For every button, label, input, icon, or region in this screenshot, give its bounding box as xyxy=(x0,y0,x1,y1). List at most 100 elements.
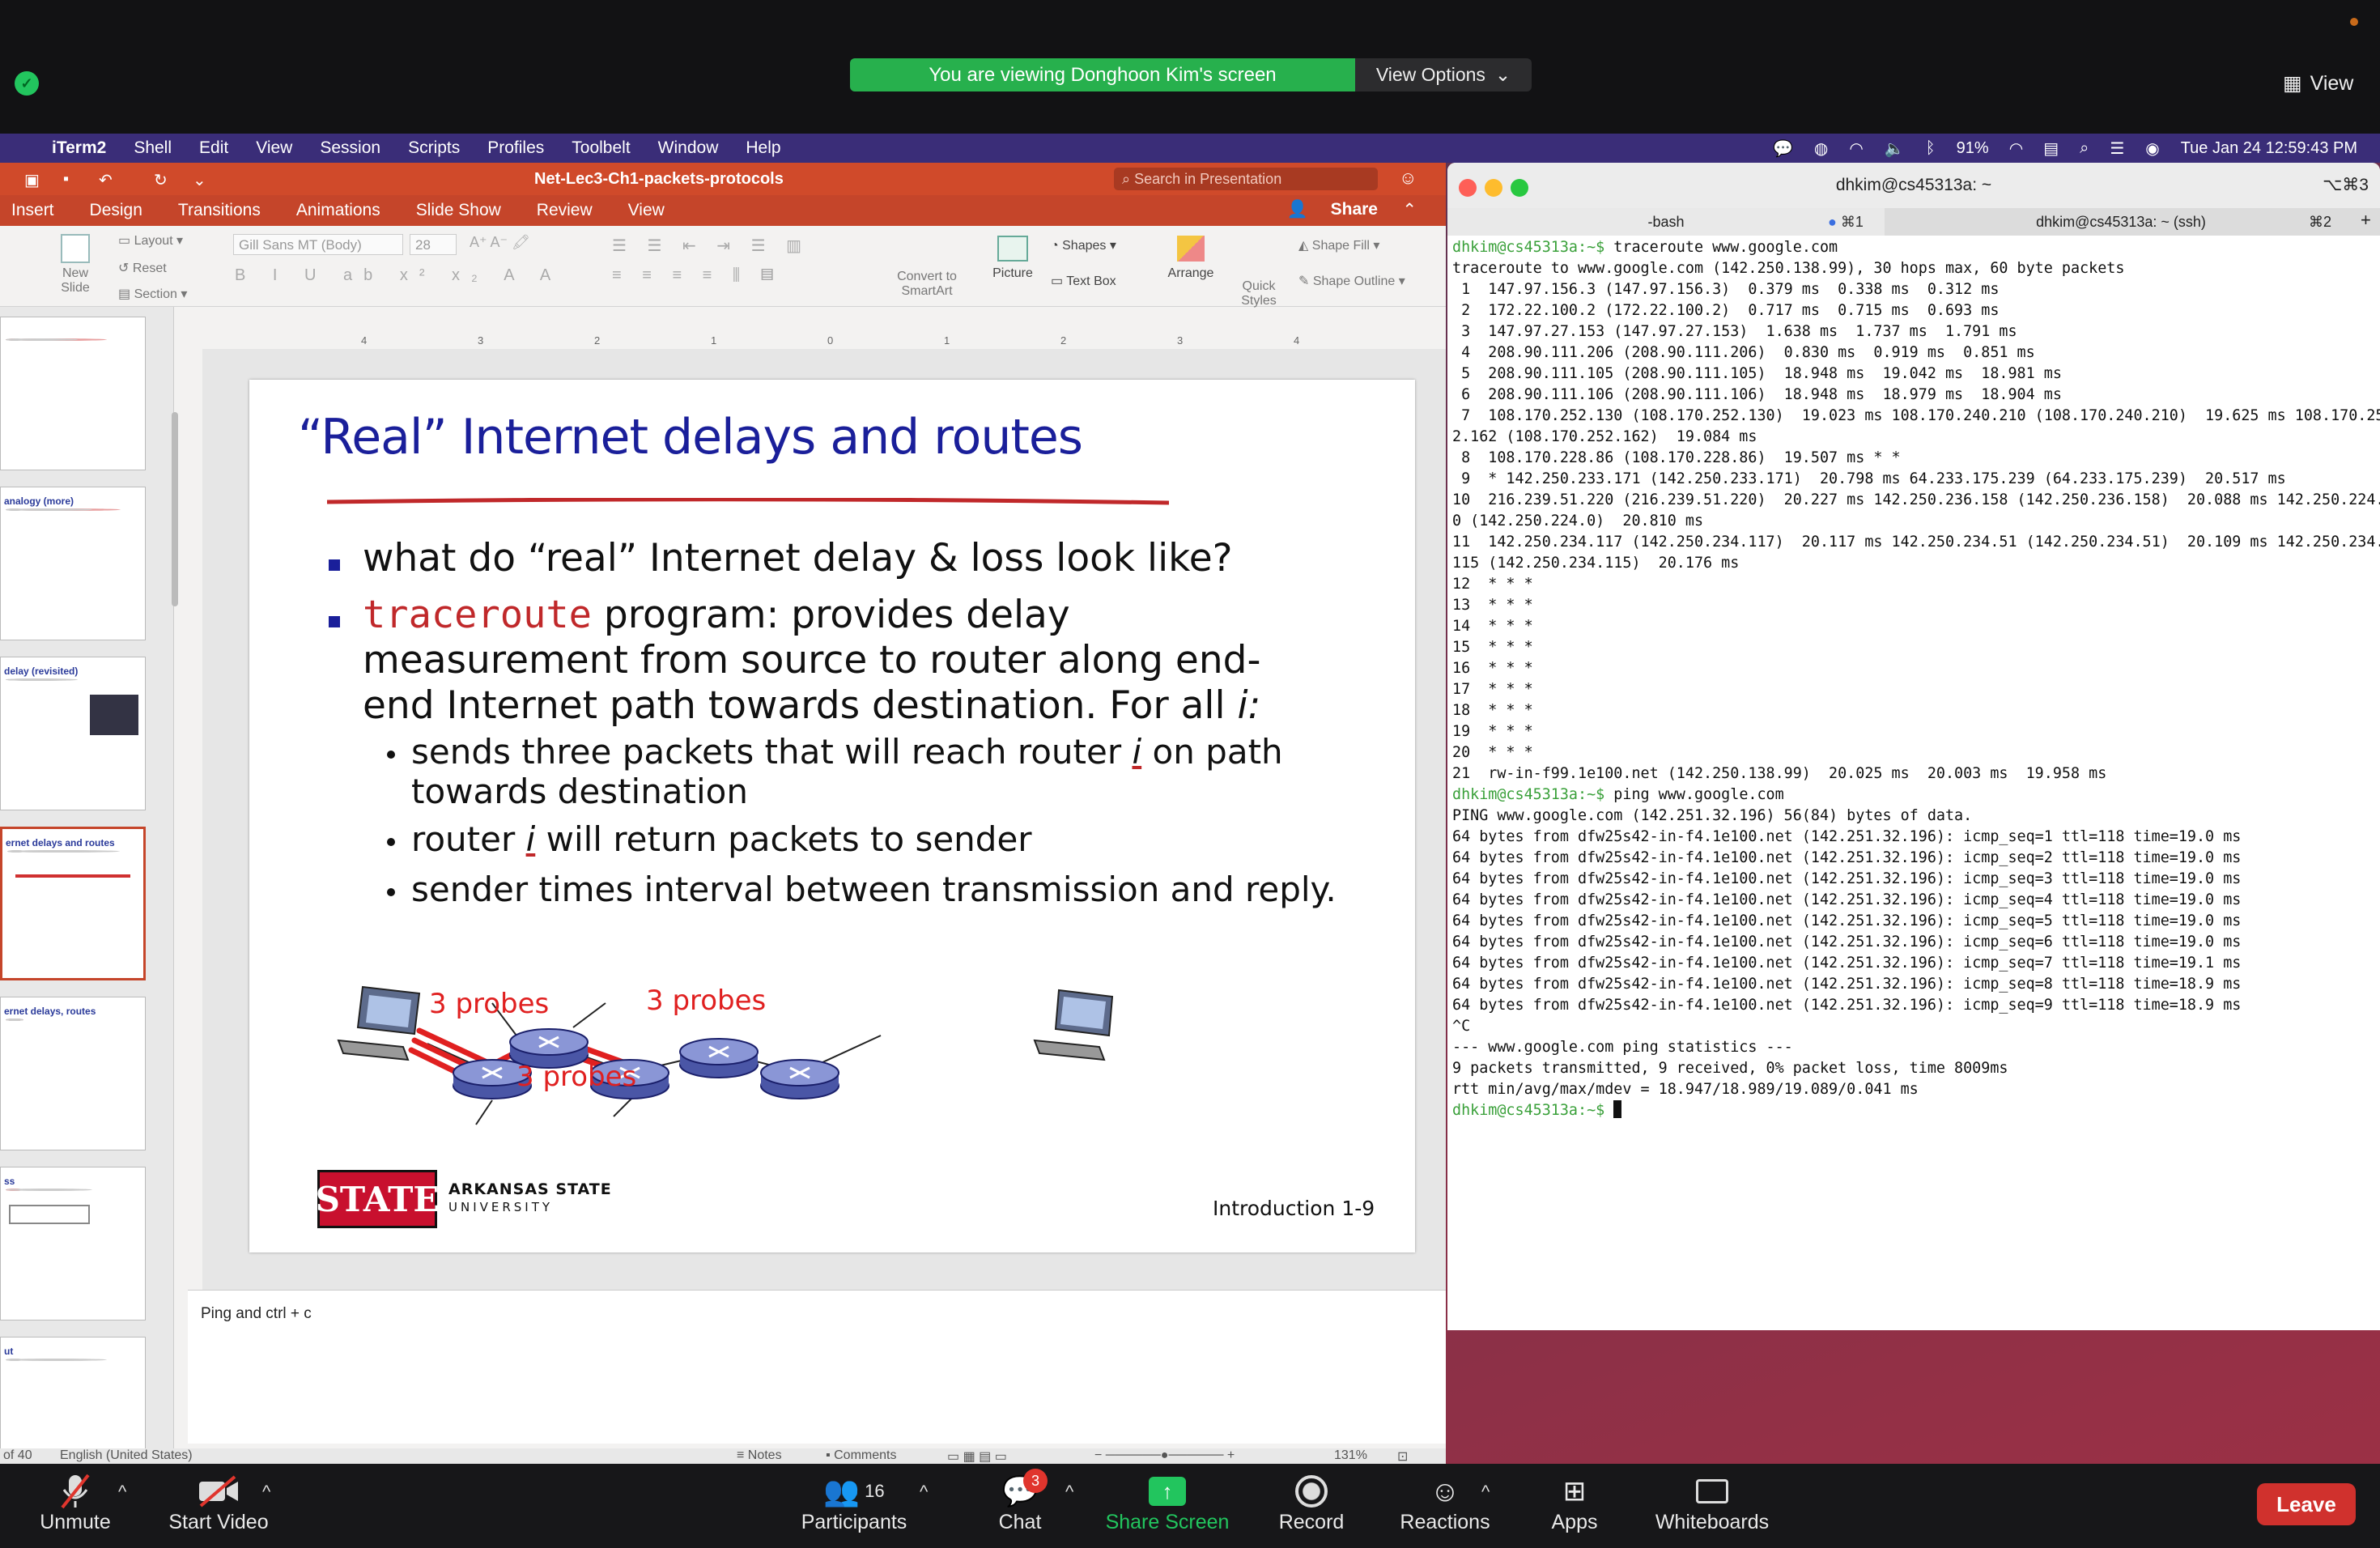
smiley-feedback-icon[interactable]: ☺ xyxy=(1399,168,1417,189)
redo-icon[interactable]: ↻ xyxy=(154,170,168,190)
convert-smartart-button[interactable]: Convert to SmartArt xyxy=(890,270,963,299)
view-button[interactable]: ▦ View xyxy=(2283,71,2353,96)
slide-thumbnail[interactable] xyxy=(0,317,146,470)
text-box-button[interactable]: ▭ Text Box xyxy=(1051,273,1116,289)
fit-slide-icon[interactable]: ⊡ xyxy=(1397,1448,1408,1464)
slide-thumbnail[interactable]: ut xyxy=(0,1337,146,1464)
zoom-slider[interactable]: − ──────●────── + xyxy=(1094,1448,1235,1463)
slide-thumbnail[interactable]: analogy (more) xyxy=(0,487,146,640)
terminal-output[interactable]: dhkim@cs45313a:~$ traceroute www.google.… xyxy=(1452,237,2380,1322)
speaker-notes[interactable]: Ping and ctrl + c xyxy=(188,1290,1446,1444)
terminal-line: 16 * * * xyxy=(1452,658,2375,679)
menu-app-name[interactable]: iTerm2 xyxy=(52,138,106,158)
tab-view[interactable]: View xyxy=(628,201,665,220)
new-tab-icon[interactable]: + xyxy=(2361,210,2371,231)
start-video-button[interactable]: Start Video xyxy=(162,1472,275,1534)
chat-chevron-icon[interactable]: ^ xyxy=(1065,1482,1073,1503)
tab-transitions[interactable]: Transitions xyxy=(178,201,261,220)
close-window-button[interactable] xyxy=(1459,179,1477,197)
menu-toolbelt[interactable]: Toolbelt xyxy=(572,138,630,158)
apps-button[interactable]: ⊞ Apps xyxy=(1538,1472,1611,1534)
slide-canvas[interactable]: “Real” Internet delays and routes what d… xyxy=(249,380,1415,1252)
zoom-window-button[interactable] xyxy=(1511,179,1528,197)
tab-animations[interactable]: Animations xyxy=(296,201,380,220)
save-icon[interactable]: ▪ xyxy=(63,170,69,189)
section-button[interactable]: ▤ Section ▾ xyxy=(118,286,187,302)
tab-review[interactable]: Review xyxy=(537,201,593,220)
menu-session[interactable]: Session xyxy=(320,138,380,158)
slide-thumbnail[interactable]: delay (revisited) xyxy=(0,657,146,810)
comments-toggle[interactable]: ▪ Comments xyxy=(826,1448,896,1463)
new-slide-button[interactable]: New Slide xyxy=(47,234,104,296)
text-format-buttons[interactable]: B I U ab x² x₂ A A xyxy=(235,266,562,285)
minimize-window-button[interactable] xyxy=(1485,179,1502,197)
terminal-text: 14 * * * xyxy=(1452,618,1533,635)
picture-button[interactable]: Picture xyxy=(986,236,1039,281)
search-presentation-input[interactable]: ⌕ Search in Presentation xyxy=(1114,168,1378,190)
tab-design[interactable]: Design xyxy=(90,201,142,220)
chat-button[interactable]: 💬 3 Chat xyxy=(988,1469,1052,1534)
terminal-text: 3 147.97.27.153 (147.97.27.153) 1.638 ms… xyxy=(1452,323,2017,340)
siri-icon[interactable]: ◉ xyxy=(2145,138,2159,159)
menu-shell[interactable]: Shell xyxy=(134,138,172,158)
battery-percent[interactable]: 91% xyxy=(1957,139,1989,158)
record-button[interactable]: Record xyxy=(1263,1472,1360,1534)
search-icon[interactable]: ⌕ xyxy=(2080,139,2089,158)
flag-icon[interactable]: ▤ xyxy=(2043,138,2059,159)
participants-chevron-icon[interactable]: ^ xyxy=(920,1482,928,1503)
menu-profiles[interactable]: Profiles xyxy=(487,138,544,158)
wifi-icon[interactable]: ◜◝ xyxy=(2010,138,2023,159)
menu-help[interactable]: Help xyxy=(746,138,780,158)
reset-button[interactable]: ↺ Reset xyxy=(118,260,167,276)
font-size-select[interactable]: 28 xyxy=(410,234,457,255)
audio-options-chevron-icon[interactable]: ^ xyxy=(118,1482,126,1503)
language-status[interactable]: English (United States) xyxy=(60,1448,193,1463)
tab-bash[interactable]: -bash ● ⌘1 xyxy=(1447,208,1885,236)
reactions-chevron-icon[interactable]: ^ xyxy=(1481,1482,1490,1503)
menu-scripts[interactable]: Scripts xyxy=(408,138,460,158)
list-format-buttons[interactable]: ☰ ☰ ⇤ ⇥ ☰ ▥ xyxy=(612,236,810,256)
slide-thumbnail[interactable]: ernet delays, routes xyxy=(0,997,146,1150)
volume-icon[interactable]: 🔈 xyxy=(1885,138,1905,159)
tab-slide-show[interactable]: Slide Show xyxy=(416,201,501,220)
clock[interactable]: Tue Jan 24 12:59:43 PM xyxy=(2181,139,2357,158)
sidebar-toggle-icon[interactable]: ▣ xyxy=(24,170,40,190)
shapes-button[interactable]: ◔ Shapes ▾ xyxy=(1051,237,1116,253)
arrange-button[interactable]: Arrange xyxy=(1162,236,1219,281)
leave-button[interactable]: Leave xyxy=(2257,1483,2356,1525)
quick-styles-button[interactable]: Quick Styles xyxy=(1230,279,1287,308)
slide-thumbnail[interactable]: ss xyxy=(0,1167,146,1320)
layout-button[interactable]: ▭ Layout ▾ xyxy=(118,232,183,249)
bluetooth-icon[interactable]: ᛒ xyxy=(1926,139,1936,158)
view-options-button[interactable]: View Options ⌄ xyxy=(1355,58,1532,91)
thumbnails-scrollbar[interactable] xyxy=(172,412,178,606)
video-options-chevron-icon[interactable]: ^ xyxy=(262,1482,270,1503)
whiteboards-button[interactable]: Whiteboards xyxy=(1651,1472,1773,1534)
tab-insert[interactable]: Insert xyxy=(11,201,54,220)
notes-toggle[interactable]: ≡ Notes xyxy=(737,1448,782,1463)
customize-toolbar-icon[interactable]: ⌄ xyxy=(193,170,206,190)
menu-window[interactable]: Window xyxy=(658,138,719,158)
menu-view[interactable]: View xyxy=(256,138,292,158)
menu-edit[interactable]: Edit xyxy=(199,138,228,158)
shape-fill-button[interactable]: ◭ Shape Fill ▾ xyxy=(1298,237,1379,253)
align-buttons[interactable]: ≡ ≡ ≡ ≡ ⫼ ▤ xyxy=(612,266,782,285)
collapse-ribbon-icon[interactable]: ⌃ xyxy=(1402,200,1417,220)
unmute-button[interactable]: Unmute xyxy=(31,1472,120,1534)
globe-icon[interactable]: ◍ xyxy=(1814,138,1828,159)
font-size-buttons[interactable]: A⁺ A⁻ 🖍 xyxy=(470,234,530,251)
font-family-select[interactable]: Gill Sans MT (Body) xyxy=(233,234,403,255)
participants-button[interactable]: 👥 16 Participants xyxy=(793,1472,915,1534)
airplay-icon[interactable]: ◠ xyxy=(1849,138,1863,159)
shield-check-icon[interactable]: ✓ xyxy=(15,71,39,96)
shape-outline-button[interactable]: ✎ Shape Outline ▾ xyxy=(1298,273,1405,289)
view-mode-icons[interactable]: ▭ ▦ ▤ ▭ xyxy=(947,1448,1007,1464)
zoom-percent[interactable]: 131% xyxy=(1334,1448,1367,1463)
slide-thumbnail-selected[interactable]: ernet delays and routes xyxy=(0,827,146,980)
share-button[interactable]: 👤 Share xyxy=(1287,200,1396,219)
control-center-icon[interactable]: ☰ xyxy=(2110,138,2124,159)
tab-ssh[interactable]: dhkim@cs45313a: ~ (ssh) ⌘2 xyxy=(1886,208,2356,236)
chat-bubble-icon[interactable]: 💬 xyxy=(1773,138,1793,159)
undo-icon[interactable]: ↶ xyxy=(99,170,113,190)
share-screen-button[interactable]: ↑ Share Screen xyxy=(1103,1472,1232,1534)
